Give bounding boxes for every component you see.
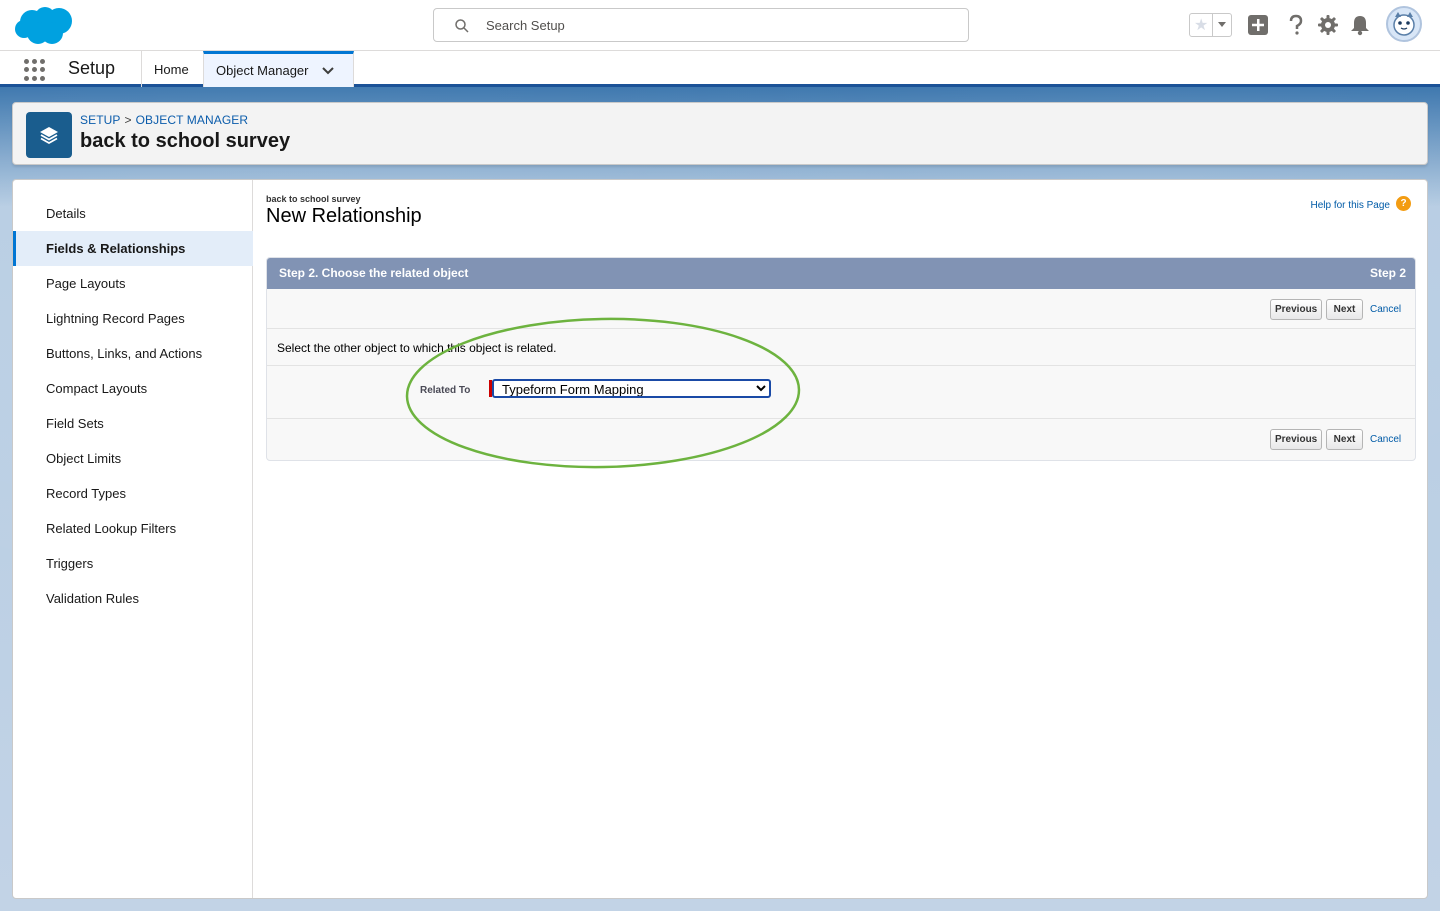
salesforce-cloud-logo[interactable] — [14, 4, 76, 46]
context-bar: Setup Home Object Manager — [0, 51, 1440, 87]
main-content: back to school survey New Relationship H… — [266, 180, 1428, 898]
page-header: SETUP > OBJECT MANAGER back to school surv… — [12, 102, 1428, 165]
page-title: back to school survey — [80, 130, 291, 152]
object-label: back to school survey — [266, 194, 361, 204]
breadcrumb-setup[interactable]: SETUP — [80, 113, 121, 127]
notifications-button[interactable] — [1349, 14, 1371, 36]
related-to-field-row: Related To Typeform Form Mapping — [267, 366, 1415, 418]
tab-home[interactable]: Home — [141, 51, 203, 87]
global-header: ★ — [0, 0, 1440, 51]
previous-button[interactable]: Previous — [1270, 429, 1322, 450]
instruction-text: Select the other object to which this ob… — [277, 341, 557, 355]
sidebar-item-triggers[interactable]: Triggers — [13, 546, 253, 581]
step-title: Step 2. Choose the related object — [279, 266, 469, 280]
sidebar-item-lightning-record-pages[interactable]: Lightning Record Pages — [13, 301, 253, 336]
step-panel: Step 2. Choose the related object Step 2… — [266, 257, 1416, 461]
avatar[interactable] — [1386, 6, 1422, 42]
sidebar-item-related-lookup-filters[interactable]: Related Lookup Filters — [13, 511, 253, 546]
object-layers-icon — [26, 112, 72, 158]
gear-icon — [1318, 15, 1338, 35]
tab-object-manager[interactable]: Object Manager — [203, 51, 354, 87]
global-actions-button[interactable] — [1247, 14, 1269, 36]
content-card: Details Fields & Relationships Page Layo… — [12, 179, 1428, 899]
sidebar-item-object-limits[interactable]: Object Limits — [13, 441, 253, 476]
sidebar-item-validation-rules[interactable]: Validation Rules — [13, 581, 253, 616]
app-name: Setup — [68, 58, 116, 78]
search-icon — [455, 19, 469, 33]
help-button[interactable] — [1285, 14, 1307, 36]
search-box[interactable] — [433, 8, 969, 42]
step-counter: Step 2 — [1369, 266, 1406, 280]
top-button-row: Previous Next Cancel — [267, 289, 1415, 329]
search-input[interactable] — [486, 9, 956, 41]
sidebar-item-page-layouts[interactable]: Page Layouts — [13, 266, 253, 301]
plus-icon — [1248, 15, 1268, 35]
favorites-group[interactable]: ★ — [1189, 13, 1232, 37]
bell-icon — [1351, 16, 1369, 36]
favorites-menu-button[interactable] — [1213, 14, 1231, 36]
star-icon[interactable]: ★ — [1190, 14, 1214, 36]
step-header: Step 2. Choose the related object Step 2 — [267, 258, 1415, 289]
sidebar-item-compact-layouts[interactable]: Compact Layouts — [13, 371, 253, 406]
setup-button[interactable] — [1317, 14, 1339, 36]
chevron-down-icon[interactable] — [321, 66, 335, 76]
tab-object-manager-label: Object Manager — [216, 63, 309, 78]
sidebar: Details Fields & Relationships Page Layo… — [13, 180, 253, 898]
breadcrumb: SETUP > OBJECT MANAGER — [80, 113, 248, 127]
cancel-link[interactable]: Cancel — [1370, 304, 1401, 315]
bottom-button-row: Previous Next Cancel — [267, 418, 1415, 458]
previous-button[interactable]: Previous — [1270, 299, 1322, 320]
next-button[interactable]: Next — [1326, 429, 1363, 450]
cancel-link[interactable]: Cancel — [1370, 434, 1401, 445]
next-button[interactable]: Next — [1326, 299, 1363, 320]
sidebar-item-details[interactable]: Details — [13, 196, 253, 231]
related-to-select[interactable]: Typeform Form Mapping — [492, 379, 771, 398]
main-title: New Relationship — [266, 205, 422, 227]
sidebar-item-field-sets[interactable]: Field Sets — [13, 406, 253, 441]
help-circle-icon[interactable]: ? — [1396, 196, 1411, 211]
breadcrumb-separator: > — [124, 113, 132, 127]
chevron-down-icon — [1218, 22, 1227, 27]
sidebar-item-fields-relationships[interactable]: Fields & Relationships — [13, 231, 253, 266]
user-avatar-icon — [1393, 12, 1415, 36]
help-for-page-link[interactable]: Help for this Page — [1311, 200, 1391, 211]
app-launcher-icon[interactable] — [24, 59, 46, 81]
related-to-label: Related To — [420, 385, 471, 396]
sidebar-item-record-types[interactable]: Record Types — [13, 476, 253, 511]
breadcrumb-object-manager[interactable]: OBJECT MANAGER — [136, 113, 249, 127]
help-icon — [1289, 14, 1303, 35]
sidebar-item-buttons-links-actions[interactable]: Buttons, Links, and Actions — [13, 336, 253, 371]
